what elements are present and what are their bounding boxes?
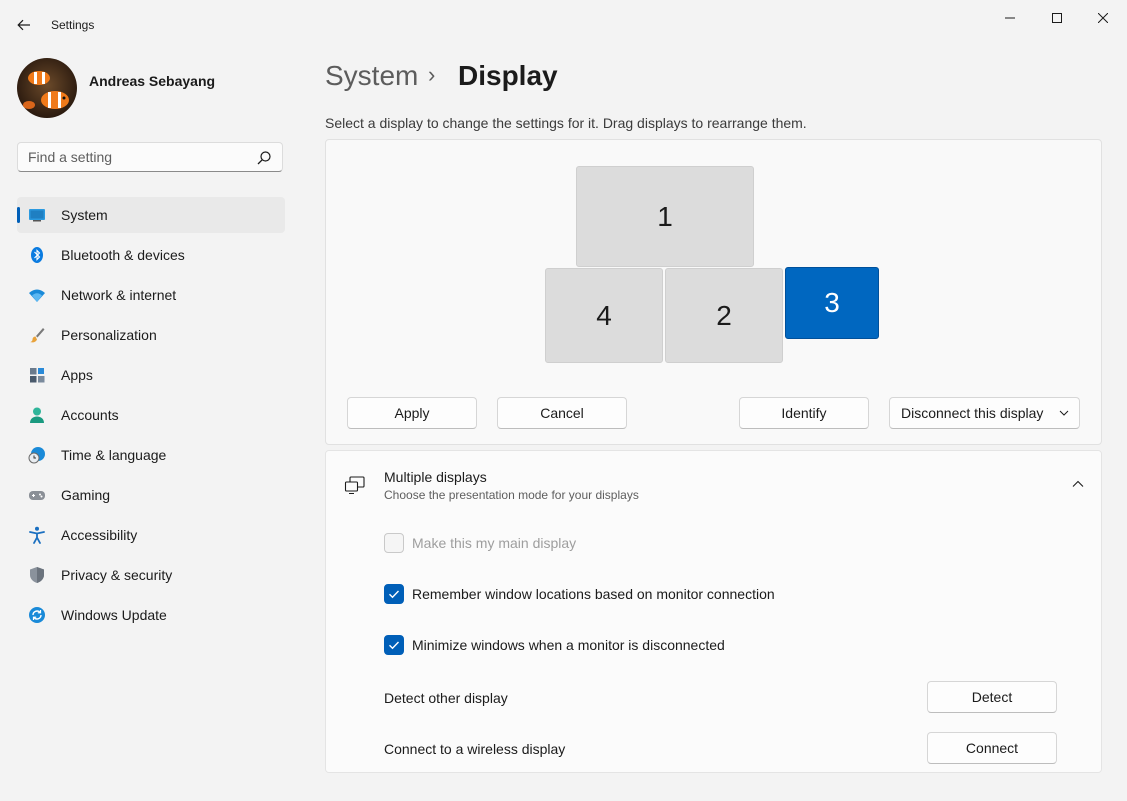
monitor-1[interactable]: 1 [576,166,754,267]
search-icon[interactable] [256,150,272,166]
remember-locations-checkbox[interactable] [384,584,404,604]
apply-button[interactable]: Apply [347,397,477,429]
monitor-3[interactable]: 3 [785,267,879,339]
breadcrumb-parent[interactable]: System [325,60,418,92]
sidebar-item-accounts[interactable]: Accounts [17,397,285,433]
maximize-icon [1052,13,1062,23]
minimize-button[interactable] [987,4,1033,32]
close-button[interactable] [1080,4,1126,32]
sidebar-item-label: Apps [61,367,93,383]
checkmark-icon [389,641,400,650]
gamepad-icon [29,491,45,500]
chevron-up-icon[interactable] [1071,477,1085,491]
back-arrow-icon [17,19,30,31]
sidebar-item-label: Network & internet [61,287,177,303]
person-icon [30,407,44,423]
user-name: Andreas Sebayang [89,73,216,89]
main-display-row: Make this my main display [326,518,1101,570]
search-box[interactable] [17,142,283,172]
dropdown-label: Disconnect this display [901,405,1044,421]
monitor-icon [29,209,45,222]
remember-locations-row: Remember window locations based on monit… [326,569,1101,621]
wireless-display-row: Connect to a wireless display Connect [326,722,1101,772]
wireless-display-label: Connect to a wireless display [384,741,566,757]
sidebar-item-gaming[interactable]: Gaming [17,477,285,513]
chevron-down-icon [1059,410,1069,416]
shield-icon [30,567,44,583]
page-title: Display [458,60,558,91]
back-button[interactable] [10,12,38,38]
window-title: Settings [51,18,95,32]
sidebar-item-label: Time & language [61,447,167,463]
update-icon [29,607,45,623]
detect-button[interactable]: Detect [927,681,1057,713]
multiple-displays-header[interactable]: Multiple displays Choose the presentatio… [326,451,1101,519]
multiple-displays-section: Multiple displays Choose the presentatio… [325,450,1102,773]
sidebar-item-windows-update[interactable]: Windows Update [17,597,285,633]
remember-locations-label: Remember window locations based on monit… [412,586,775,602]
sidebar-item-bluetooth[interactable]: Bluetooth & devices [17,237,285,273]
sidebar-item-network[interactable]: Network & internet [17,277,285,313]
maximize-button[interactable] [1034,4,1080,32]
checkmark-icon [389,590,400,599]
sidebar-item-personalization[interactable]: Personalization [17,317,285,353]
detect-display-label: Detect other display [384,690,508,706]
brush-icon [30,328,45,343]
sidebar-item-label: Accounts [61,407,119,423]
sidebar-item-label: Gaming [61,487,111,503]
sidebar-item-apps[interactable]: Apps [17,357,285,393]
sidebar-item-time-language[interactable]: Time & language [17,437,285,473]
arrangement-description: Select a display to change the settings … [325,115,807,131]
globe-clock-icon [28,447,45,464]
sidebar-item-accessibility[interactable]: Accessibility [17,517,285,553]
sidebar-item-label: System [61,207,108,223]
sidebar-item-label: Windows Update [61,607,167,623]
minimize-windows-label: Minimize windows when a monitor is disco… [412,637,725,653]
selection-indicator [17,207,20,223]
minimize-windows-checkbox[interactable] [384,635,404,655]
sidebar-item-system[interactable]: System [17,197,285,233]
bluetooth-icon [31,247,43,263]
disconnect-display-dropdown[interactable]: Disconnect this display [889,397,1080,429]
main-display-checkbox[interactable] [384,533,404,553]
section-title: Multiple displays [384,469,487,485]
multiple-displays-icon [344,476,365,495]
main-display-label: Make this my main display [412,535,577,551]
close-icon [1098,13,1108,23]
section-subtitle: Choose the presentation mode for your di… [384,488,639,502]
wifi-icon [29,289,45,302]
apps-icon [30,368,45,383]
search-input[interactable] [28,149,248,165]
sidebar-item-label: Privacy & security [61,567,173,583]
sidebar-item-label: Bluetooth & devices [61,247,185,263]
minimize-windows-row: Minimize windows when a monitor is disco… [326,620,1101,672]
title-bar: Settings [0,0,1127,50]
monitor-2[interactable]: 2 [665,268,783,363]
connect-button[interactable]: Connect [927,732,1057,764]
identify-button[interactable]: Identify [739,397,869,429]
sidebar-item-privacy-security[interactable]: Privacy & security [17,557,285,593]
cancel-button[interactable]: Cancel [497,397,627,429]
minimize-icon [1005,17,1015,19]
breadcrumb-separator: › [428,62,436,87]
accessibility-icon [29,526,45,544]
monitor-4[interactable]: 4 [545,268,663,363]
avatar[interactable] [17,58,77,118]
sidebar-item-label: Accessibility [61,527,138,543]
detect-display-row: Detect other display Detect [326,671,1101,723]
sidebar-item-label: Personalization [61,327,157,343]
